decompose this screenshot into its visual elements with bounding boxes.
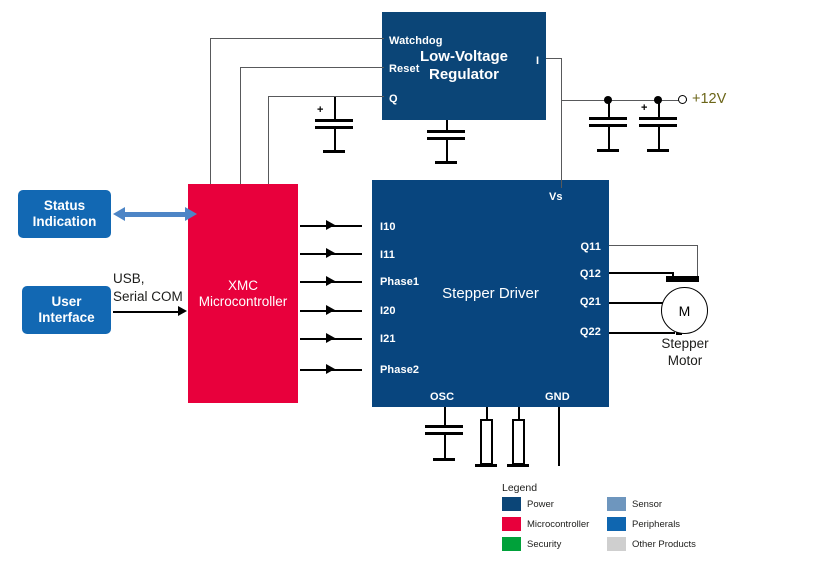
resistor1-lead-top [486,407,488,419]
legend: Legend Power Microcontroller Security Se… [502,482,702,552]
xmc-title-line1: XMC [228,277,258,293]
label-supply-12v: +12V [692,91,727,107]
wire-xmc-to-reset-vertical [240,67,241,184]
legend-swatch-microcontroller [502,517,521,531]
motor-symbol-letter: M [678,302,691,319]
driver-input-i11: I11 [380,249,395,261]
pin-q: Q [389,93,398,105]
status-indication-title: Status Indication [33,198,97,230]
wire-i-pin-stub [546,58,562,59]
label-usb-line1: USB, [113,271,145,286]
cap-q-lead-bottom [334,126,336,150]
terminal-supply-12v [678,95,687,104]
wire-user-to-xmc [113,311,179,313]
driver-pin-osc: OSC [430,391,455,403]
legend-swatch-peripherals [607,517,626,531]
legend-swatch-power [502,497,521,511]
wire-i-to-vs-vertical [561,58,562,188]
block-diagram-canvas: Low-Voltage Regulator Watchdog Reset Q I… [0,0,834,572]
user-title-line2: Interface [38,310,95,325]
arrowhead-xmc-driver-4 [326,305,335,315]
legend-title: Legend [502,482,538,494]
wire-q11-vertical [697,245,698,279]
label-usb-line2: Serial COM [113,289,183,304]
regulator-title-line2: Regulator [428,66,499,83]
osc-cap-lead-bottom [444,432,446,458]
block-status-indication[interactable]: Status Indication [18,190,111,238]
xmc-title: XMC Microcontroller [199,278,288,310]
wire-driver-gnd [558,407,560,466]
legend-swatch-security [502,537,521,551]
arrowhead-xmc-driver-1 [326,220,335,230]
wire-q22-horizontal [609,332,675,334]
wire-xmc-to-q-horizontal [268,96,384,97]
cap-regulator-lead-top [446,120,448,130]
driver-pin-gnd: GND [545,391,570,403]
driver-input-i10: I10 [380,221,396,233]
status-title-line2: Indication [32,214,97,229]
cap-regulator-lead-bottom [446,137,448,161]
driver-input-phase2: Phase2 [380,364,420,376]
arrowhead-xmc-driver-2 [326,248,335,258]
arrowhead-xmc-driver-3 [326,276,335,286]
coil-winding-a [666,276,699,282]
wire-xmc-to-watchdog-horizontal [210,38,384,39]
regulator-title-line1: Low-Voltage [419,48,509,66]
osc-cap-lead-top [444,407,446,425]
cap-rail1-lead-bottom [608,124,610,149]
driver-output-q21: Q21 [579,296,601,308]
legend-label-microcontroller: Microcontroller [527,519,590,530]
stepper-driver-title: Stepper Driver [442,284,539,302]
legend-label-power: Power [527,499,554,510]
arrow-status-xmc-bidirectional [113,207,197,222]
resistor-sense-1 [480,419,493,465]
cap-rail2-polarity-plus: + [641,102,648,114]
label-stepper-motor-line2: Motor [667,353,703,368]
legend-swatch-sensor [607,497,626,511]
pin-i: I [536,55,540,67]
legend-label-sensor: Sensor [632,499,663,510]
pin-watchdog: Watchdog [389,35,443,47]
legend-swatch-other-products [607,537,626,551]
resistor2-lead-top [518,407,520,419]
driver-input-i20: I20 [380,305,396,317]
arrowhead-xmc-driver-6 [326,364,335,374]
cap-rail1-lead-top [608,100,610,117]
legend-label-peripherals: Peripherals [632,519,681,530]
driver-output-q22: Q22 [579,326,601,338]
legend-label-other-products: Other Products [632,539,696,550]
driver-input-i21: I21 [380,333,396,345]
cap-q-lead-top [334,97,336,119]
block-xmc-microcontroller[interactable]: XMC Microcontroller [188,184,298,403]
cap-polarity-plus: + [317,104,324,116]
user-title-line1: User [51,294,82,310]
driver-output-q11: Q11 [580,241,601,253]
driver-pin-vs: Vs [549,191,563,203]
legend-label-security: Security [527,539,562,550]
low-voltage-regulator-title: Low-Voltage Regulator [420,48,508,83]
xmc-title-line2: Microcontroller [198,293,288,309]
wire-xmc-to-watchdog-vertical [210,38,211,184]
driver-input-phase1: Phase1 [380,276,420,288]
cap-rail2-lead-bottom [658,124,660,149]
stepper-motor-symbol: M [661,287,708,334]
arrowhead-user-to-xmc [178,306,187,316]
pin-reset: Reset [389,63,420,75]
wire-supply-rail-horizontal [561,100,687,101]
resistor-sense-2 [512,419,525,465]
label-stepper-motor-line1: Stepper [661,336,709,351]
driver-output-q12: Q12 [579,268,601,280]
status-title-line1: Status [43,198,86,214]
wire-q11-horizontal [609,245,698,246]
user-interface-title: User Interface [38,294,94,326]
wire-xmc-to-reset-horizontal [240,67,384,68]
block-user-interface[interactable]: User Interface [22,286,111,334]
wire-xmc-to-q-vertical [268,96,269,184]
wire-q12-horizontal [609,272,673,274]
cap-rail2-lead-top [658,100,660,117]
arrowhead-xmc-driver-5 [326,333,335,343]
